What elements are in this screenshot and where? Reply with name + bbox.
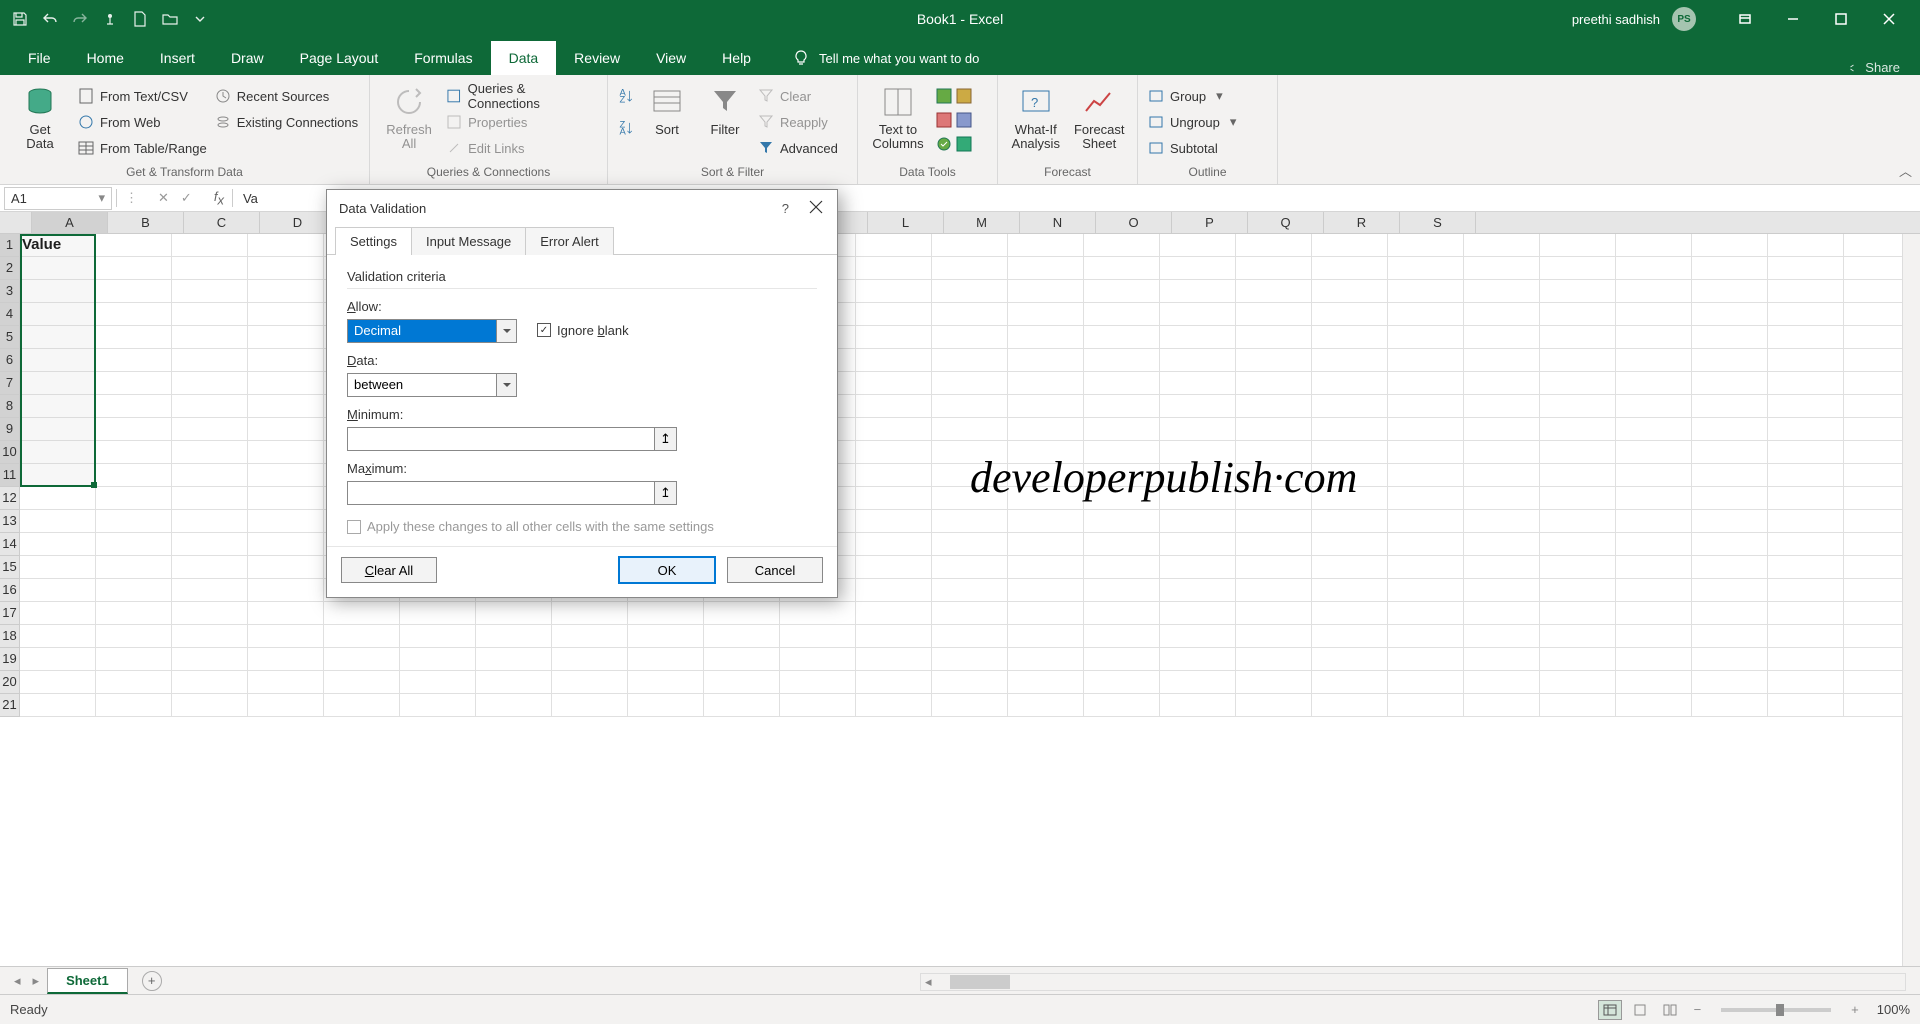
dialog-backdrop: Data Validation ? Settings Input Message… — [0, 0, 1920, 1024]
chevron-down-icon — [496, 374, 516, 396]
apply-changes-checkbox: Apply these changes to all other cells w… — [347, 519, 817, 534]
range-picker-icon[interactable]: ↥ — [654, 482, 676, 504]
minimum-input[interactable]: ↥ — [347, 427, 677, 451]
ignore-blank-checkbox[interactable]: ✓Ignore blank — [537, 323, 629, 338]
clear-all-button[interactable]: Clear All — [341, 557, 437, 583]
data-validation-dialog: Data Validation ? Settings Input Message… — [326, 189, 838, 598]
data-select[interactable]: between — [347, 373, 517, 397]
dialog-tab-settings[interactable]: Settings — [335, 227, 412, 255]
range-picker-icon[interactable]: ↥ — [654, 428, 676, 450]
dialog-tab-input-message[interactable]: Input Message — [411, 227, 526, 255]
allow-select[interactable]: Decimal — [347, 319, 517, 343]
dialog-title: Data Validation — [339, 201, 426, 216]
allow-label: Allow: — [347, 299, 517, 314]
data-label: Data: — [347, 353, 817, 368]
dialog-help-button[interactable]: ? — [782, 201, 789, 216]
ok-button[interactable]: OK — [619, 557, 715, 583]
cancel-button[interactable]: Cancel — [727, 557, 823, 583]
dialog-tab-error-alert[interactable]: Error Alert — [525, 227, 614, 255]
chevron-down-icon — [496, 320, 516, 342]
minimum-label: Minimum: — [347, 407, 817, 422]
maximum-input[interactable]: ↥ — [347, 481, 677, 505]
maximum-label: Maximum: — [347, 461, 817, 476]
dialog-close-button[interactable] — [807, 198, 825, 219]
section-label: Validation criteria — [347, 269, 817, 289]
